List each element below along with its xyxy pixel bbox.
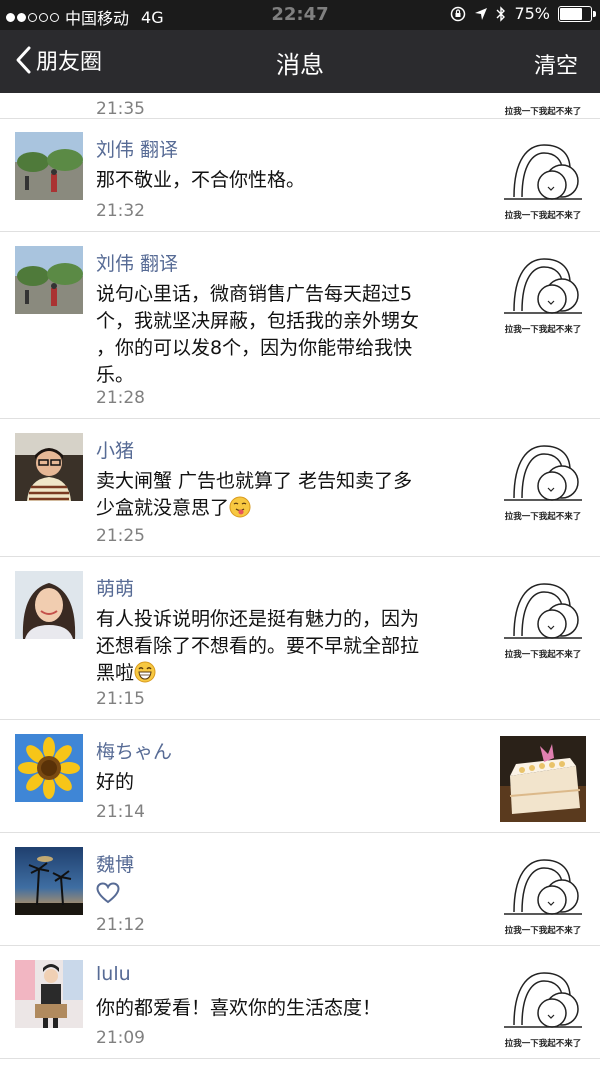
message-line: 有人投诉说明你还是挺有魅力的，因为: [96, 608, 420, 630]
message-line-text: 少盒就没意思了: [96, 497, 230, 519]
list-item[interactable]: 梅ちゃん 好的 21:14: [0, 721, 600, 833]
battery-icon: [558, 5, 596, 22]
sticker-thumbnail[interactable]: 拉我一下我起不来了: [500, 93, 586, 119]
list-item[interactable]: 萌萌 有人投诉说明你还是挺有魅力的，因为 还想看除了不想看的。要不早就全部拉 黑…: [0, 558, 600, 720]
message-line: 乐。: [96, 364, 135, 386]
message-text: 那不敬业，不合你性格。: [96, 169, 306, 191]
avatar[interactable]: [15, 571, 83, 639]
sender-name[interactable]: lulu: [96, 963, 131, 985]
sticker-caption: 拉我一下我起不来了: [504, 107, 582, 117]
tongue-face-emoji-icon: [229, 496, 251, 518]
avatar[interactable]: [15, 734, 83, 802]
grin-face-emoji-icon: [134, 661, 156, 683]
message-line: 说句心里话，微商销售广告每天超过5: [96, 283, 413, 305]
sender-name[interactable]: 刘伟 翻译: [96, 135, 178, 162]
sticker-caption: 拉我一下我起不来了: [504, 650, 582, 660]
status-bar: 中国移动 4G 22:47 75%: [0, 0, 600, 30]
sticker-caption: 拉我一下我起不来了: [504, 325, 582, 335]
list-item[interactable]: 刘伟 翻译 说句心里话，微商销售广告每天超过5 个，我就坚决屏蔽，包括我的亲外甥…: [0, 233, 600, 419]
message-time: 21:09: [96, 1028, 145, 1048]
message-line: 个，我就坚决屏蔽，包括我的亲外甥女: [96, 310, 420, 332]
sender-name[interactable]: 魏博: [96, 850, 134, 877]
sender-name[interactable]: 萌萌: [96, 574, 134, 601]
sticker-thumbnail[interactable]: 拉我一下我起不来了: [500, 135, 586, 221]
message-line: 少盒就没意思了: [96, 495, 476, 522]
cake-photo: [500, 736, 586, 822]
avatar[interactable]: [15, 847, 83, 915]
message-list[interactable]: 21:35 拉我一下我起不来了 刘伟 翻译 那不敬业，不合你性格。 21:32 …: [0, 93, 600, 1067]
status-right: 75%: [450, 4, 596, 23]
nav-bar: 朋友圈 消息 清空: [0, 30, 600, 93]
avatar[interactable]: [15, 433, 83, 501]
list-item[interactable]: lulu 你的都爱看！喜欢你的生活态度！ 21:09 拉我一下我起不来了: [0, 947, 600, 1059]
message-line: 还想看除了不想看的。要不早就全部拉: [96, 635, 420, 657]
message-text: 你的都爱看！喜欢你的生活态度！: [96, 997, 382, 1019]
battery-fill: [560, 7, 582, 20]
bluetooth-icon: [496, 5, 506, 22]
sender-name[interactable]: 梅ちゃん: [96, 737, 172, 764]
list-item[interactable]: 21:35 拉我一下我起不来了: [0, 93, 600, 119]
message-time: 21:15: [96, 689, 145, 709]
message-time: 21:12: [96, 915, 145, 935]
message-line: 黑啦: [96, 660, 476, 687]
list-item[interactable]: 刘伟 翻译 那不敬业，不合你性格。 21:32 拉我一下我起不来了: [0, 119, 600, 232]
message-line: 卖大闸蟹 广告也就算了 老告知卖了多: [96, 470, 413, 492]
avatar[interactable]: [15, 960, 83, 1028]
list-item[interactable]: 魏博 21:12 拉我一下我起不来了: [0, 834, 600, 946]
message-time: 21:28: [96, 388, 145, 408]
avatar[interactable]: [15, 132, 83, 200]
sticker-thumbnail[interactable]: 拉我一下我起不来了: [500, 963, 586, 1049]
message-text: 卖大闸蟹 广告也就算了 老告知卖了多 少盒就没意思了: [96, 468, 476, 522]
sticker-caption: 拉我一下我起不来了: [504, 926, 582, 936]
sender-name[interactable]: 刘伟 翻译: [96, 249, 178, 276]
sticker-caption: 拉我一下我起不来了: [504, 211, 582, 221]
sticker-caption: 拉我一下我起不来了: [504, 512, 582, 522]
photo-thumbnail[interactable]: [500, 736, 586, 822]
heart-icon: [96, 882, 120, 904]
sticker-thumbnail[interactable]: 拉我一下我起不来了: [500, 436, 586, 522]
message-text: 说句心里话，微商销售广告每天超过5 个，我就坚决屏蔽，包括我的亲外甥女 ，你的可…: [96, 281, 476, 389]
message-line: ，你的可以发8个，因为你能带给我快: [96, 337, 413, 359]
message-time: 21:32: [96, 201, 145, 221]
message-line-text: 黑啦: [96, 662, 135, 684]
message-time: 21:14: [96, 802, 145, 822]
sticker-caption: 拉我一下我起不来了: [504, 1039, 582, 1049]
message-text: 有人投诉说明你还是挺有魅力的，因为 还想看除了不想看的。要不早就全部拉 黑啦: [96, 606, 476, 687]
sticker-thumbnail[interactable]: 拉我一下我起不来了: [500, 574, 586, 660]
location-icon: [475, 7, 488, 20]
message-time: 21:25: [96, 526, 145, 546]
page-title: 消息: [276, 51, 324, 79]
clear-button[interactable]: 清空: [534, 48, 578, 80]
sender-name[interactable]: 小猪: [96, 436, 134, 463]
list-item[interactable]: 小猪 卖大闸蟹 广告也就算了 老告知卖了多 少盒就没意思了 21:25 拉我一下…: [0, 420, 600, 557]
rotation-lock-icon: [451, 6, 466, 21]
battery-percent: 75%: [514, 4, 550, 23]
avatar[interactable]: [15, 246, 83, 314]
sticker-thumbnail[interactable]: 拉我一下我起不来了: [500, 249, 586, 335]
message-time: 21:35: [96, 99, 145, 119]
sticker-thumbnail[interactable]: 拉我一下我起不来了: [500, 850, 586, 936]
message-text: 好的: [96, 771, 135, 793]
